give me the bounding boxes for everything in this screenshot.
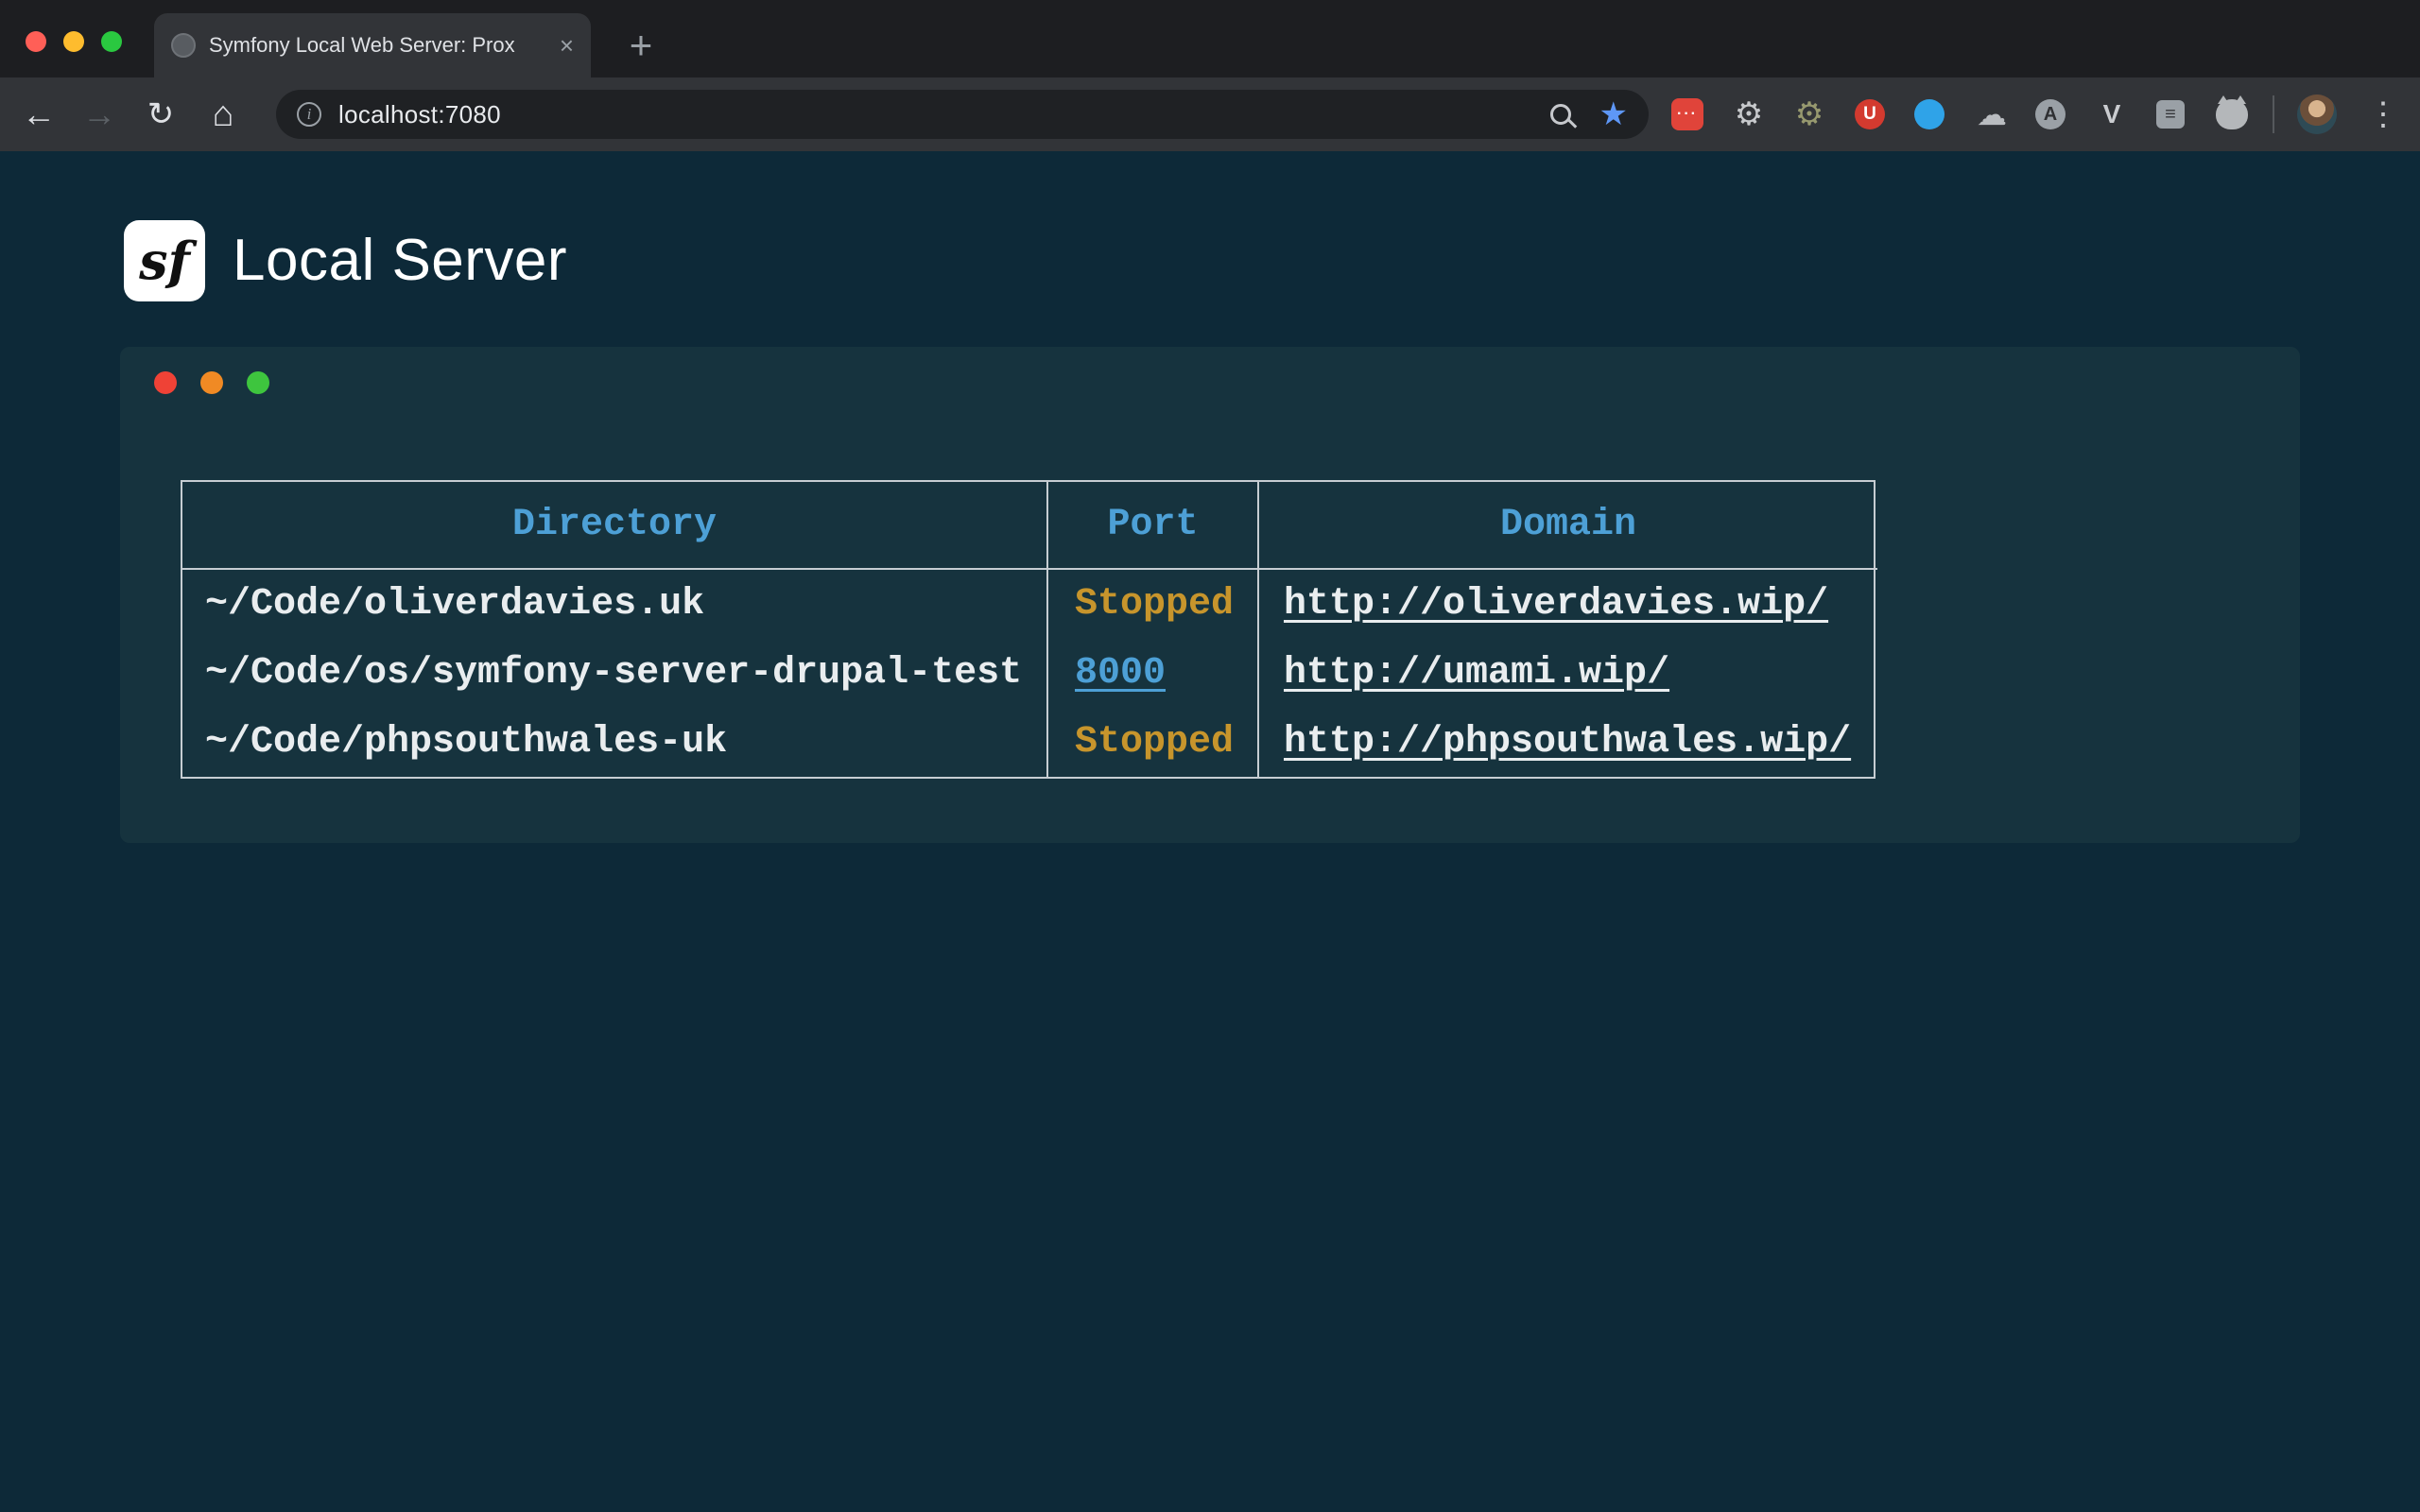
table-row-directory: ~/Code/oliverdavies.uk <box>182 570 1046 639</box>
column-header-port: Port <box>1046 482 1257 570</box>
domain-link[interactable]: http://phpsouthwales.wip/ <box>1284 721 1851 764</box>
extension-cloud-icon[interactable]: ☁ <box>1973 95 2011 133</box>
browser-menu-icon[interactable]: ⋮ <box>2360 77 2407 151</box>
domain-link[interactable]: http://oliverdavies.wip/ <box>1284 583 1828 626</box>
table-row-domain: http://oliverdavies.wip/ <box>1257 570 1877 639</box>
zoom-icon[interactable] <box>1550 104 1571 125</box>
panel-dot-green-icon <box>247 371 269 394</box>
servers-table: Directory Port Domain ~/Code/oliverdavie… <box>181 480 1876 779</box>
extension-letter-a-glyph: A <box>2035 99 2066 129</box>
column-header-directory: Directory <box>182 482 1046 570</box>
reload-button[interactable]: ↻ <box>133 77 188 151</box>
bookmark-star-icon[interactable]: ★ <box>1599 98 1628 130</box>
extension-gray-square-icon[interactable]: ≡ <box>2152 95 2189 133</box>
port-link[interactable]: 8000 <box>1075 652 1166 695</box>
table-row-domain: http://umami.wip/ <box>1257 639 1877 708</box>
table-row-port: 8000 <box>1046 639 1257 708</box>
extension-blue-circle-glyph <box>1914 99 1945 129</box>
url-text[interactable]: localhost:7080 <box>338 100 1550 129</box>
window-close-button[interactable] <box>26 31 46 52</box>
back-button[interactable]: ← <box>11 77 66 151</box>
extension-github-octocat-icon[interactable] <box>2213 95 2251 133</box>
extension-letter-a-icon[interactable]: A <box>2031 95 2069 133</box>
symfony-logo-text: sf <box>139 231 190 291</box>
page-title: Local Server <box>233 220 567 301</box>
browser-toolbar: ← → ↻ ⌂ i localhost:7080 ★ ··· ⚙ ⚙ U ☁ A… <box>0 77 2420 151</box>
symfony-logo: sf <box>124 220 205 301</box>
extension-blue-circle-icon[interactable] <box>1910 95 1948 133</box>
extension-letter-v-icon[interactable]: V <box>2093 95 2131 133</box>
extension-red-dots-icon[interactable]: ··· <box>1668 95 1706 133</box>
profile-avatar[interactable] <box>2297 94 2337 134</box>
extension-gear-dark-icon[interactable]: ⚙ <box>1790 95 1828 133</box>
tab-title: Symfony Local Web Server: Prox <box>209 33 546 58</box>
tab-close-icon[interactable]: × <box>560 33 574 58</box>
browser-tab-active[interactable]: Symfony Local Web Server: Prox × <box>154 13 591 77</box>
table-row-directory: ~/Code/os/symfony-server-drupal-test <box>182 639 1046 708</box>
page-content: sf Local Server Directory Port Domain ~/… <box>0 151 2420 1512</box>
extension-red-dots-glyph: ··· <box>1671 98 1703 130</box>
new-tab-button[interactable]: + <box>614 19 667 72</box>
window-minimize-button[interactable] <box>63 31 84 52</box>
octocat-shape <box>2216 99 2248 129</box>
browser-tab-strip: Symfony Local Web Server: Prox × + <box>0 0 2420 77</box>
home-button[interactable]: ⌂ <box>196 77 251 151</box>
extension-gear-light-icon[interactable]: ⚙ <box>1730 95 1768 133</box>
table-row-directory: ~/Code/phpsouthwales-uk <box>182 708 1046 777</box>
site-info-icon[interactable]: i <box>297 102 321 127</box>
forward-button[interactable]: → <box>72 77 127 151</box>
table-row-port-status: Stopped <box>1046 708 1257 777</box>
address-bar[interactable]: i localhost:7080 ★ <box>276 90 1649 139</box>
toolbar-separator <box>2273 95 2274 133</box>
table-row-domain: http://phpsouthwales.wip/ <box>1257 708 1877 777</box>
extension-ublock-glyph: U <box>1855 99 1885 129</box>
server-panel: Directory Port Domain ~/Code/oliverdavie… <box>120 347 2300 843</box>
table-row-port-status: Stopped <box>1046 570 1257 639</box>
domain-link[interactable]: http://umami.wip/ <box>1284 652 1669 695</box>
window-zoom-button[interactable] <box>101 31 122 52</box>
extension-ublock-icon[interactable]: U <box>1851 95 1889 133</box>
column-header-domain: Domain <box>1257 482 1877 570</box>
panel-dot-orange-icon <box>200 371 223 394</box>
extension-gray-square-glyph: ≡ <box>2156 100 2185 129</box>
panel-dot-red-icon <box>154 371 177 394</box>
tab-favicon-globe-icon <box>171 33 196 58</box>
